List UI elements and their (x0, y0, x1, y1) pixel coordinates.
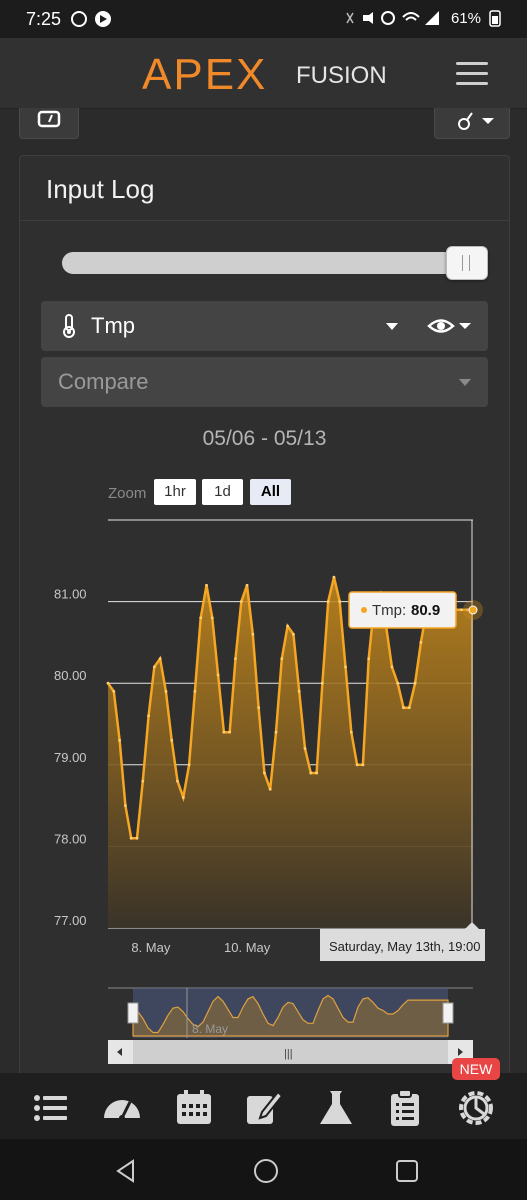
hover-point (468, 605, 478, 615)
data-point (205, 583, 208, 587)
tooltip-label: Tmp: (372, 602, 406, 619)
data-point (344, 665, 347, 669)
data-point (234, 657, 237, 661)
clipboard-icon[interactable] (385, 1088, 425, 1128)
data-point (181, 796, 185, 799)
y-tick-label: 80.00 (54, 668, 87, 683)
data-point (396, 681, 400, 685)
data-point (123, 804, 127, 807)
data-point (152, 665, 156, 669)
data-point (222, 730, 226, 734)
data-point (118, 738, 121, 742)
data-point (251, 632, 255, 636)
chart-tooltip: Tmp: 80.9 (348, 591, 457, 629)
chart-navigator[interactable]: 8. May ||| (108, 987, 473, 1064)
data-point (309, 771, 313, 775)
data-point (141, 779, 145, 783)
data-point (419, 641, 423, 644)
flask-icon[interactable] (316, 1088, 356, 1128)
tooltip-value: 80.9 (411, 602, 440, 619)
data-point (112, 689, 116, 693)
data-point (286, 624, 290, 628)
temperature-chart[interactable]: 81.0080.0079.0078.0077.00 8. May 10. May … (0, 0, 527, 1073)
crosshair-label-text: Saturday, May 13th, 19:00 (329, 939, 481, 954)
data-point (164, 689, 168, 693)
data-point (326, 600, 330, 603)
data-point (407, 706, 411, 710)
list-icon[interactable] (31, 1088, 71, 1128)
data-point (245, 583, 249, 587)
dashboard-icon[interactable] (102, 1088, 142, 1128)
data-point (199, 616, 203, 620)
data-point (338, 600, 342, 603)
y-tick-label: 81.00 (54, 587, 87, 602)
navigator-right-handle[interactable] (442, 1002, 454, 1024)
data-point (239, 600, 243, 603)
data-point (332, 575, 336, 579)
data-point (320, 681, 324, 685)
data-point (413, 681, 417, 685)
data-point (361, 763, 365, 767)
data-point (367, 657, 371, 661)
data-point (170, 738, 174, 742)
svg-text:|||: ||| (284, 1048, 293, 1060)
navigator-x-label: 8. May (192, 1022, 228, 1036)
data-point (315, 771, 318, 775)
x-tick-label: 10. May (224, 940, 271, 955)
new-badge: NEW (452, 1058, 500, 1080)
data-point (280, 657, 284, 661)
data-point (355, 763, 359, 767)
data-point (274, 730, 278, 734)
data-point (291, 632, 295, 636)
y-tick-label: 77.00 (54, 913, 87, 928)
data-point (210, 616, 214, 620)
y-tick-label: 78.00 (54, 831, 87, 846)
settings-icon[interactable] (456, 1088, 496, 1128)
data-point (460, 608, 463, 612)
data-point (135, 836, 139, 840)
data-point (257, 706, 261, 710)
data-point (129, 836, 133, 840)
edit-icon[interactable] (244, 1088, 284, 1128)
data-point (390, 665, 394, 669)
data-point (228, 730, 232, 734)
data-point (349, 730, 353, 734)
calendar-icon[interactable] (174, 1088, 214, 1128)
navigator-left-handle[interactable] (127, 1002, 139, 1024)
data-point (187, 763, 191, 767)
data-point (158, 657, 162, 661)
y-tick-label: 79.00 (54, 750, 87, 765)
x-tick-label: 8. May (131, 940, 171, 955)
data-point (297, 689, 301, 693)
data-point (106, 681, 110, 685)
back-icon[interactable] (113, 1158, 139, 1184)
home-icon[interactable] (253, 1158, 279, 1184)
data-point (193, 689, 197, 693)
data-point (216, 673, 220, 677)
data-point (263, 771, 266, 775)
data-point (176, 779, 179, 783)
data-point (147, 714, 150, 718)
recents-icon[interactable] (394, 1158, 420, 1184)
system-nav-bar (0, 1139, 527, 1200)
data-point (303, 747, 307, 750)
data-point (268, 787, 272, 791)
data-point (402, 706, 405, 710)
